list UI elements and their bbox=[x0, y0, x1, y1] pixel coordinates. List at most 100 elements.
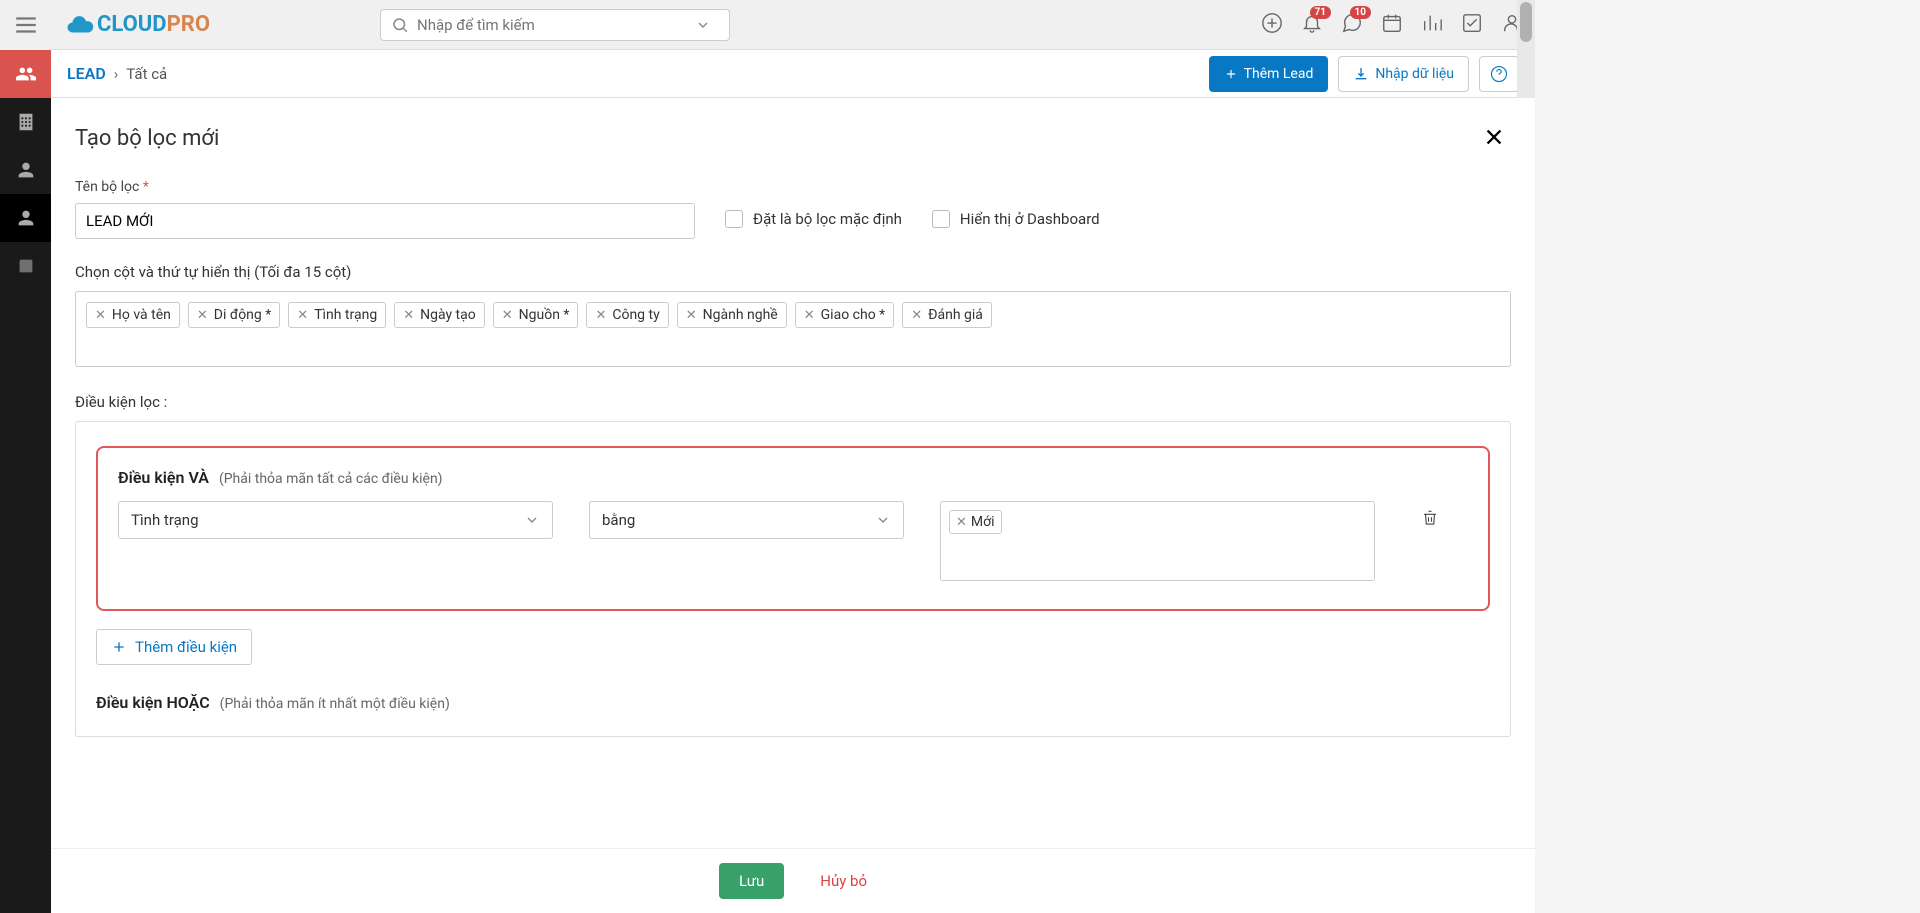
column-tag[interactable]: ✕Họ và tên bbox=[86, 302, 180, 328]
filter-name-label: Tên bộ lọc * bbox=[75, 179, 695, 195]
column-tag[interactable]: ✕Di động * bbox=[188, 302, 280, 328]
building-icon bbox=[15, 111, 37, 133]
add-lead-label: Thêm Lead bbox=[1244, 66, 1314, 82]
global-search[interactable] bbox=[380, 9, 730, 41]
calendar-icon bbox=[1381, 12, 1403, 34]
modal-footer: Lưu Hủy bỏ bbox=[51, 848, 1535, 913]
add-lead-button[interactable]: Thêm Lead bbox=[1209, 56, 1329, 92]
hamburger-menu[interactable] bbox=[0, 0, 51, 50]
or-title: Điều kiện HOẶC bbox=[96, 693, 210, 712]
and-conditions-block: Điều kiện VÀ (Phải thỏa mãn tất cả các đ… bbox=[96, 446, 1490, 611]
calendar-button[interactable] bbox=[1381, 12, 1403, 38]
chevron-down-icon bbox=[875, 512, 891, 528]
notifications-button[interactable]: 71 bbox=[1301, 12, 1323, 38]
chevron-down-icon bbox=[524, 512, 540, 528]
filter-name-input[interactable] bbox=[75, 203, 695, 239]
column-tag[interactable]: ✕Công ty bbox=[586, 302, 668, 328]
column-tag[interactable]: ✕Đánh giá bbox=[902, 302, 992, 328]
check-square-icon bbox=[1461, 12, 1483, 34]
delete-condition-button[interactable] bbox=[1421, 509, 1439, 531]
remove-tag-icon[interactable]: ✕ bbox=[403, 308, 414, 323]
save-button[interactable]: Lưu bbox=[719, 863, 784, 899]
remove-tag-icon[interactable]: ✕ bbox=[197, 308, 208, 323]
remove-tag-icon[interactable]: ✕ bbox=[911, 308, 922, 323]
person-icon bbox=[15, 159, 37, 181]
analytics-button[interactable] bbox=[1421, 12, 1443, 38]
remove-value-icon[interactable]: ✕ bbox=[956, 515, 967, 530]
modal-title: Tạo bộ lọc mới bbox=[75, 126, 219, 151]
sidebar-item-contact[interactable] bbox=[0, 146, 51, 194]
topbar-right: 71 10 bbox=[1261, 12, 1523, 38]
modal-header: Tạo bộ lọc mới bbox=[51, 98, 1535, 167]
import-label: Nhập dữ liệu bbox=[1375, 66, 1454, 82]
close-icon bbox=[1483, 126, 1505, 148]
dashboard-label: Hiển thị ở Dashboard bbox=[960, 210, 1100, 228]
topbar: CLOUDPRO 71 10 bbox=[51, 0, 1535, 50]
sidebar-item-current[interactable] bbox=[0, 194, 51, 242]
column-tag[interactable]: ✕Ngành nghề bbox=[677, 302, 787, 328]
sidebar-item-leads[interactable] bbox=[0, 50, 51, 98]
dashboard-checkbox[interactable] bbox=[932, 210, 950, 228]
help-icon bbox=[1490, 65, 1508, 83]
add-condition-button[interactable]: Thêm điều kiện bbox=[96, 629, 252, 665]
plus-icon bbox=[1224, 67, 1238, 81]
column-tag[interactable]: ✕Nguồn * bbox=[493, 302, 579, 328]
breadcrumb: LEAD › Tất cả bbox=[67, 64, 167, 83]
filter-conditions: Điều kiện VÀ (Phải thỏa mãn tất cả các đ… bbox=[75, 421, 1511, 737]
subheader: LEAD › Tất cả Thêm Lead Nhập dữ liệu bbox=[51, 50, 1535, 98]
filter-modal: Tạo bộ lọc mới Tên bộ lọc * Đặt là bộ lọ… bbox=[51, 98, 1535, 913]
chevron-down-icon bbox=[695, 17, 711, 33]
chat-badge: 10 bbox=[1350, 6, 1371, 19]
scrollbar-thumb[interactable] bbox=[1520, 2, 1532, 42]
modal-body: Tên bộ lọc * Đặt là bộ lọc mặc định Hiển… bbox=[51, 167, 1535, 848]
help-button[interactable] bbox=[1479, 56, 1519, 92]
remove-tag-icon[interactable]: ✕ bbox=[95, 308, 106, 323]
remove-tag-icon[interactable]: ✕ bbox=[297, 308, 308, 323]
condition-row: Tình trạng bằng ✕ Mới bbox=[118, 501, 1468, 581]
value-tag[interactable]: ✕ Mới bbox=[949, 510, 1002, 534]
plus-circle-icon bbox=[1261, 12, 1283, 34]
sidebar-item-profile[interactable] bbox=[0, 242, 51, 290]
add-button[interactable] bbox=[1261, 12, 1283, 38]
condition-label: Điều kiện lọc : bbox=[75, 393, 1511, 411]
columns-label: Chọn cột và thứ tự hiển thị (Tối đa 15 c… bbox=[75, 263, 1511, 281]
tasks-button[interactable] bbox=[1461, 12, 1483, 38]
search-input[interactable] bbox=[417, 16, 695, 34]
logo[interactable]: CLOUDPRO bbox=[63, 10, 210, 40]
import-button[interactable]: Nhập dữ liệu bbox=[1338, 56, 1469, 92]
search-icon bbox=[391, 16, 409, 34]
chart-icon bbox=[1421, 12, 1443, 34]
columns-selector[interactable]: ✕Họ và tên ✕Di động * ✕Tình trạng ✕Ngày … bbox=[75, 291, 1511, 367]
default-filter-checkbox[interactable] bbox=[725, 210, 743, 228]
close-button[interactable] bbox=[1477, 122, 1511, 155]
and-title: Điều kiện VÀ bbox=[118, 468, 209, 487]
users-icon bbox=[15, 63, 37, 85]
remove-tag-icon[interactable]: ✕ bbox=[686, 308, 697, 323]
column-tag[interactable]: ✕Giao cho * bbox=[795, 302, 894, 328]
breadcrumb-view[interactable]: Tất cả bbox=[126, 65, 167, 83]
cancel-button[interactable]: Hủy bỏ bbox=[820, 872, 867, 890]
and-subtitle: (Phải thỏa mãn tất cả các điều kiện) bbox=[219, 471, 443, 487]
condition-operator-select[interactable]: bằng bbox=[589, 501, 904, 539]
logo-text: CLOUDPRO bbox=[97, 12, 210, 37]
bell-badge: 71 bbox=[1310, 6, 1331, 19]
chat-button[interactable]: 10 bbox=[1341, 12, 1363, 38]
default-filter-label: Đặt là bộ lọc mặc định bbox=[753, 210, 902, 228]
profile-icon bbox=[15, 255, 37, 277]
person-icon bbox=[15, 207, 37, 229]
cloud-icon bbox=[63, 10, 97, 40]
condition-field-select[interactable]: Tình trạng bbox=[118, 501, 553, 539]
column-tag[interactable]: ✕Ngày tạo bbox=[394, 302, 485, 328]
remove-tag-icon[interactable]: ✕ bbox=[804, 308, 815, 323]
remove-tag-icon[interactable]: ✕ bbox=[502, 308, 513, 323]
column-tag[interactable]: ✕Tình trạng bbox=[288, 302, 386, 328]
breadcrumb-module[interactable]: LEAD bbox=[67, 64, 106, 83]
breadcrumb-separator: › bbox=[114, 65, 119, 83]
sidebar bbox=[0, 0, 51, 913]
sidebar-item-building[interactable] bbox=[0, 98, 51, 146]
trash-icon bbox=[1421, 509, 1439, 527]
remove-tag-icon[interactable]: ✕ bbox=[595, 308, 606, 323]
condition-value-input[interactable]: ✕ Mới bbox=[940, 501, 1375, 581]
subheader-actions: Thêm Lead Nhập dữ liệu bbox=[1209, 56, 1519, 92]
hamburger-icon bbox=[13, 12, 39, 38]
